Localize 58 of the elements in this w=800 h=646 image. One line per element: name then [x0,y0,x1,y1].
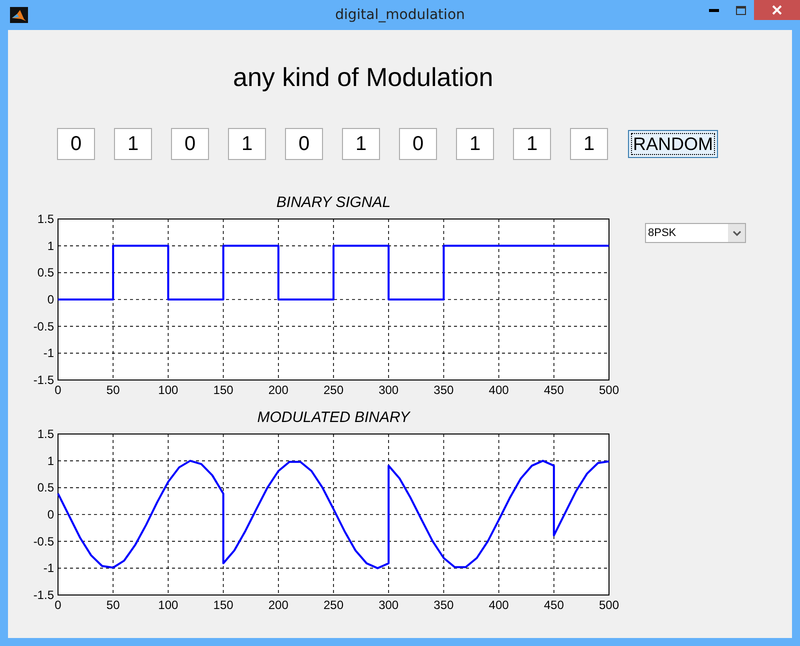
y-tick-label: -1.5 [33,373,54,387]
x-tick-label: 350 [434,383,454,397]
y-tick-label: 1.5 [37,212,54,226]
x-tick-label: 400 [488,383,509,397]
x-tick-label: 150 [213,598,234,612]
chart-title: MODULATED BINARY [257,409,410,426]
y-tick-label: -0.5 [33,534,54,548]
x-tick-label: 50 [106,598,120,612]
x-tick-label: 250 [323,598,344,612]
x-tick-label: 250 [323,383,344,397]
y-tick-label: -1 [43,561,54,576]
chevron-down-icon [732,230,740,236]
x-tick-label: 0 [54,598,62,612]
x-tick-label: 100 [158,598,178,612]
random-button[interactable]: RANDOM [628,130,718,158]
y-tick-label: 0.5 [37,266,54,280]
bit-field[interactable]: 0 [57,128,95,160]
x-tick-label: 50 [106,383,120,397]
heading: any kind of Modulation [233,62,494,92]
y-tick-label: -1 [43,346,54,360]
x-tick-label: 450 [544,598,564,612]
x-tick-label: 450 [544,383,564,397]
y-tick-label: 1.5 [37,427,54,441]
app-logo-icon [10,7,28,23]
chart-title: BINARY SIGNAL [276,194,391,211]
x-tick-label: 300 [378,383,399,397]
y-tick-label: 1 [47,238,54,253]
x-tick-label: 150 [213,383,234,397]
bit-field[interactable]: 1 [456,128,494,160]
bit-field[interactable]: 1 [342,128,380,160]
x-tick-label: 200 [268,383,288,397]
x-tick-label: 500 [598,383,620,397]
x-tick-label: 350 [434,598,454,612]
close-button[interactable] [754,0,800,20]
x-tick-label: 200 [268,598,288,612]
bit-field[interactable]: 0 [285,128,323,160]
bit-field[interactable]: 0 [171,128,209,160]
x-tick-label: 400 [488,598,509,612]
maximize-icon [736,6,746,14]
x-tick-label: 300 [378,598,399,612]
x-tick-label: 0 [54,383,62,397]
bit-field[interactable]: 0 [399,128,437,160]
close-icon [772,5,782,15]
bit-field[interactable]: 1 [513,128,551,160]
y-tick-label: 0 [47,508,54,522]
y-tick-label: -0.5 [33,319,54,334]
window-title: digital_modulation [335,7,465,23]
y-tick-label: 1 [47,454,54,468]
x-tick-label: 100 [158,383,178,397]
y-tick-label: 0 [47,292,54,306]
bit-field[interactable]: 1 [228,128,266,160]
modulation-dropdown[interactable]: 8PSK [645,223,746,243]
bit-field[interactable]: 1 [570,128,608,160]
y-tick-label: -1.5 [33,588,54,602]
bit-field[interactable]: 1 [114,128,152,160]
minimize-icon [709,8,719,12]
x-tick-label: 500 [598,598,620,612]
y-tick-label: 0.5 [37,480,54,495]
